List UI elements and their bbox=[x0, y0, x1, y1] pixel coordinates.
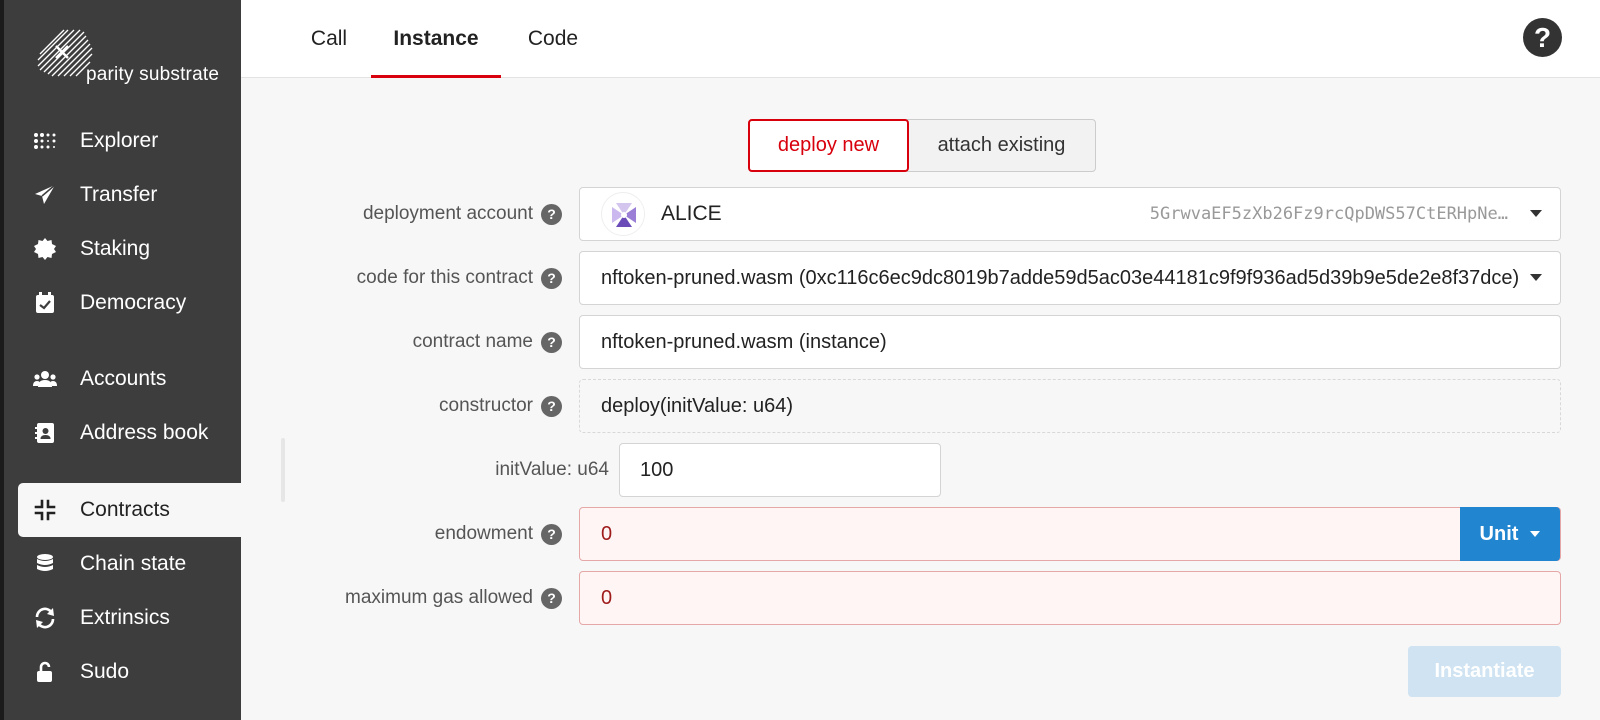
address-book-icon bbox=[32, 420, 58, 446]
explorer-dots-icon bbox=[32, 128, 58, 154]
sidebar-item-contracts[interactable]: Contracts bbox=[18, 483, 241, 537]
top-tab-bar: Call Instance Code ? bbox=[241, 0, 1600, 78]
init-value-label: initValue: u64 bbox=[495, 459, 609, 480]
unlock-icon bbox=[32, 659, 58, 685]
sidebar-item-sudo[interactable]: Sudo bbox=[18, 645, 241, 699]
sidebar-item-label: Sudo bbox=[80, 660, 130, 683]
sidebar-item-staking[interactable]: Staking bbox=[18, 222, 241, 276]
deployment-account-dropdown[interactable]: ALICE 5GrwvaEF5zXb26Fz9rcQpDWS57CtERHpNe… bbox=[579, 187, 1561, 241]
help-icon[interactable]: ? bbox=[1523, 18, 1562, 57]
tab-call[interactable]: Call bbox=[295, 0, 363, 78]
contract-name-input[interactable]: nftoken-pruned.wasm (instance) bbox=[579, 315, 1561, 369]
unit-dropdown-button[interactable]: Unit bbox=[1460, 507, 1560, 561]
sidebar-item-label: Contracts bbox=[80, 498, 170, 521]
max-gas-value: 0 bbox=[601, 586, 613, 609]
endowment-value: 0 bbox=[601, 522, 613, 545]
deployment-account-label: deployment account? bbox=[363, 187, 562, 241]
sidebar-item-explorer[interactable]: Explorer bbox=[18, 114, 241, 168]
code-label: code for this contract? bbox=[357, 251, 562, 305]
init-value-input[interactable]: 100 bbox=[619, 443, 941, 497]
contract-name-label: contract name? bbox=[413, 315, 562, 369]
help-question-icon[interactable]: ? bbox=[541, 523, 562, 545]
sidebar: parity substrate Explorer Transfer Staki… bbox=[4, 0, 241, 720]
sidebar-item-label: Extrinsics bbox=[80, 606, 170, 629]
help-question-icon[interactable]: ? bbox=[541, 587, 562, 609]
deploy-mode-toggle: deploy new attach existing bbox=[748, 119, 1096, 172]
endowment-input[interactable]: 0 Unit bbox=[579, 507, 1561, 561]
account-address: 5GrwvaEF5zXb26Fz9rcQpDWS57CtERHpNe… bbox=[1149, 204, 1508, 224]
attach-existing-button[interactable]: attach existing bbox=[907, 119, 1096, 172]
unit-label: Unit bbox=[1479, 522, 1519, 545]
endowment-label: endowment? bbox=[435, 507, 562, 561]
help-question-icon[interactable]: ? bbox=[541, 331, 562, 353]
constructor-label: constructor? bbox=[439, 379, 562, 433]
account-name: ALICE bbox=[661, 202, 722, 225]
parity-substrate-logo[interactable]: parity substrate bbox=[34, 24, 224, 94]
sidebar-item-label: Staking bbox=[80, 237, 151, 260]
sidebar-item-label: Chain state bbox=[80, 552, 187, 575]
code-value: nftoken-pruned.wasm (0xc116c6ec9dc8019b7… bbox=[601, 266, 1520, 289]
sidebar-item-extrinsics[interactable]: Extrinsics bbox=[18, 591, 241, 645]
certificate-icon bbox=[32, 236, 58, 262]
sidebar-item-label: Transfer bbox=[80, 183, 158, 206]
sidebar-item-democracy[interactable]: Democracy bbox=[18, 276, 241, 330]
tab-instance[interactable]: Instance bbox=[371, 0, 501, 78]
compress-icon bbox=[32, 497, 58, 523]
logo-text: parity substrate bbox=[86, 64, 220, 85]
users-icon bbox=[32, 366, 58, 392]
help-question-icon[interactable]: ? bbox=[541, 203, 562, 225]
sidebar-item-transfer[interactable]: Transfer bbox=[18, 168, 241, 222]
sidebar-item-label: Address book bbox=[80, 421, 209, 444]
sidebar-item-accounts[interactable]: Accounts bbox=[18, 352, 241, 406]
sidebar-item-label: Explorer bbox=[80, 129, 159, 152]
help-question-icon[interactable]: ? bbox=[541, 267, 562, 289]
help-question-icon[interactable]: ? bbox=[541, 395, 562, 417]
max-gas-label: maximum gas allowed? bbox=[345, 571, 562, 625]
calendar-check-icon bbox=[32, 290, 58, 316]
database-icon bbox=[32, 551, 58, 577]
sidebar-item-address-book[interactable]: Address book bbox=[18, 406, 241, 460]
contract-name-value: nftoken-pruned.wasm (instance) bbox=[601, 330, 887, 353]
chevron-down-icon bbox=[1530, 210, 1542, 217]
account-identicon bbox=[601, 192, 645, 236]
scroll-indicator bbox=[281, 438, 285, 502]
paper-plane-icon bbox=[32, 182, 58, 208]
sync-icon bbox=[32, 605, 58, 631]
chevron-down-icon bbox=[1530, 531, 1541, 537]
sidebar-item-label: Democracy bbox=[80, 291, 187, 314]
instantiate-button[interactable]: Instantiate bbox=[1408, 646, 1561, 697]
max-gas-input[interactable]: 0 bbox=[579, 571, 1561, 625]
tab-code[interactable]: Code bbox=[517, 0, 589, 78]
sidebar-item-chain-state[interactable]: Chain state bbox=[18, 537, 241, 591]
code-dropdown[interactable]: nftoken-pruned.wasm (0xc116c6ec9dc8019b7… bbox=[579, 251, 1561, 305]
deploy-new-button[interactable]: deploy new bbox=[748, 119, 909, 172]
chevron-down-icon bbox=[1530, 274, 1542, 281]
constructor-display: deploy(initValue: u64) bbox=[579, 379, 1561, 433]
constructor-value: deploy(initValue: u64) bbox=[601, 394, 793, 417]
sidebar-item-label: Accounts bbox=[80, 367, 167, 390]
